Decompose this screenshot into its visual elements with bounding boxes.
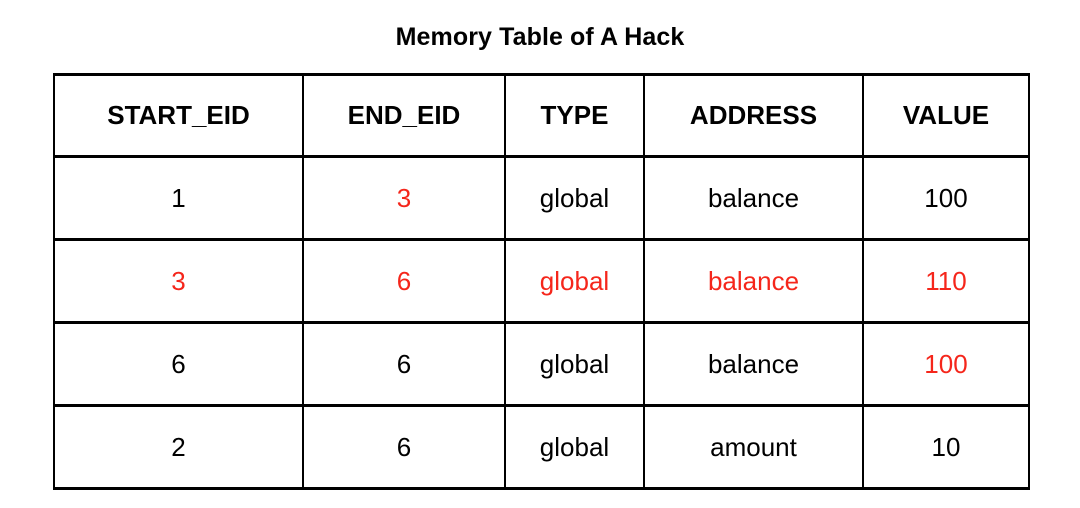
cell-address: amount — [643, 404, 864, 490]
table-header-row: START_EID END_EID TYPE ADDRESS VALUE — [53, 73, 1030, 158]
cell-value: 10 — [862, 404, 1030, 490]
column-header-start-eid: START_EID — [53, 73, 304, 158]
cell-start-eid: 1 — [53, 155, 304, 241]
cell-address: balance — [643, 155, 864, 241]
table-row: 6 6 global balance 100 — [53, 321, 1030, 407]
column-header-type: TYPE — [504, 73, 645, 158]
cell-value: 100 — [862, 321, 1030, 407]
table-row: 3 6 global balance 110 — [53, 238, 1030, 324]
column-header-value: VALUE — [862, 73, 1030, 158]
cell-end-eid: 3 — [302, 155, 506, 241]
table-header: START_EID END_EID TYPE ADDRESS VALUE — [53, 73, 1030, 158]
column-header-end-eid: END_EID — [302, 73, 506, 158]
cell-end-eid: 6 — [302, 238, 506, 324]
cell-value: 100 — [862, 155, 1030, 241]
table-row: 1 3 global balance 100 — [53, 155, 1030, 241]
cell-type: global — [504, 404, 645, 490]
table-body: 1 3 global balance 100 3 6 global balanc… — [53, 155, 1030, 490]
page-title: Memory Table of A Hack — [395, 23, 685, 51]
cell-type: global — [504, 321, 645, 407]
cell-type: global — [504, 155, 645, 241]
page-root: Memory Table of A Hack START_EID END_EID… — [0, 0, 1080, 508]
column-header-address: ADDRESS — [643, 73, 864, 158]
cell-end-eid: 6 — [302, 404, 506, 490]
cell-type: global — [504, 238, 645, 324]
memory-table-container: START_EID END_EID TYPE ADDRESS VALUE 1 3… — [53, 73, 1030, 490]
cell-address: balance — [643, 321, 864, 407]
cell-start-eid: 6 — [53, 321, 304, 407]
cell-address: balance — [643, 238, 864, 324]
memory-table: START_EID END_EID TYPE ADDRESS VALUE 1 3… — [53, 73, 1030, 490]
cell-value: 110 — [862, 238, 1030, 324]
cell-start-eid: 3 — [53, 238, 304, 324]
cell-start-eid: 2 — [53, 404, 304, 490]
table-row: 2 6 global amount 10 — [53, 404, 1030, 490]
cell-end-eid: 6 — [302, 321, 506, 407]
